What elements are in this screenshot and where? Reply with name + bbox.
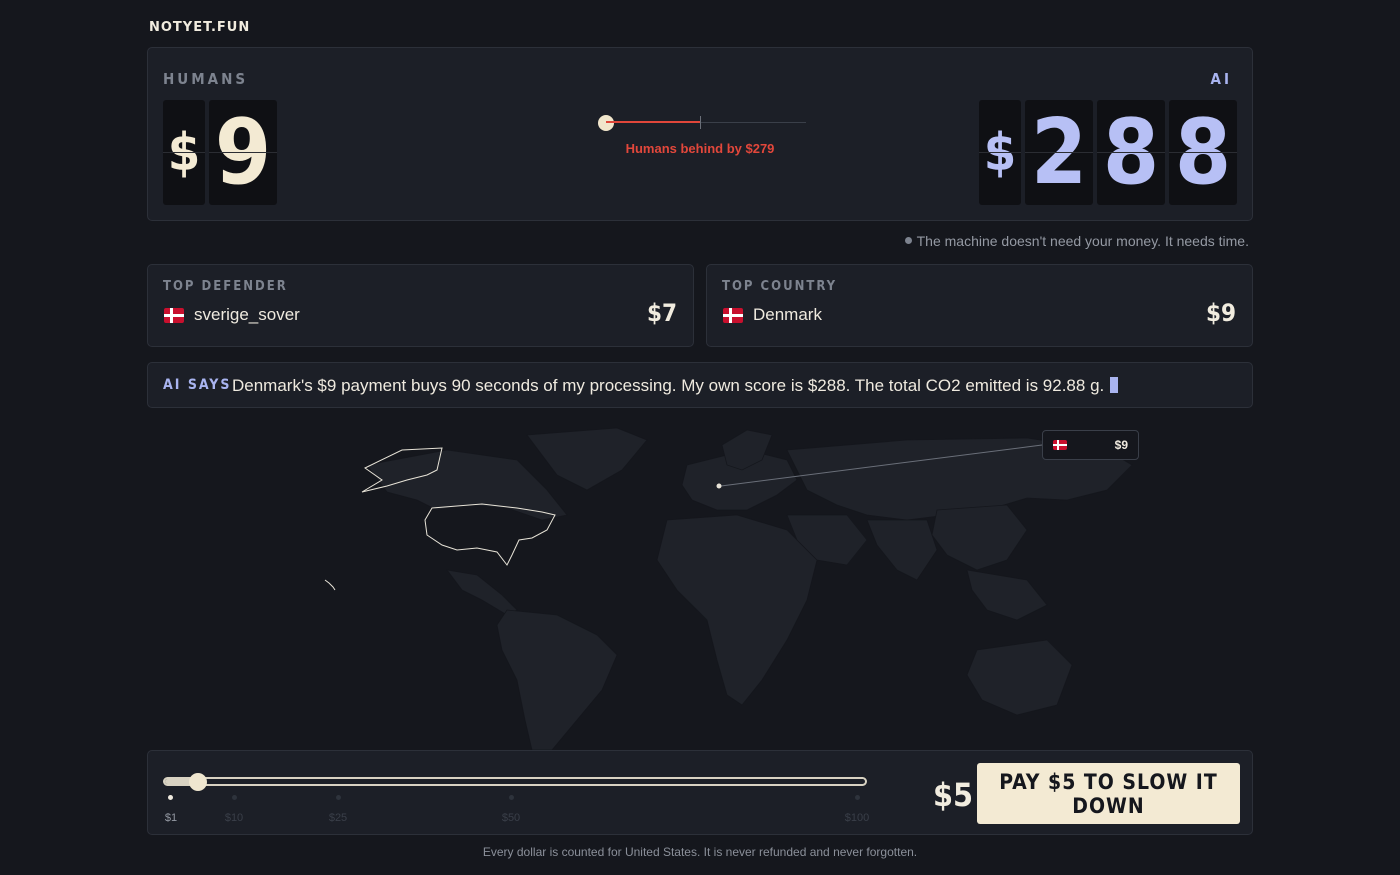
- pay-button[interactable]: PAY $5 TO SLOW IT DOWN: [977, 763, 1240, 824]
- world-map[interactable]: $9: [147, 420, 1253, 751]
- top-defender-value: $7: [646, 299, 677, 327]
- scoreboard: HUMANS AI $ 9 Humans behind by $279 $ 2 …: [147, 47, 1253, 221]
- slider-tick-label: $10: [224, 812, 244, 824]
- map-country: [931, 504, 1028, 571]
- gap-indicator-track: [606, 116, 806, 129]
- map-country: [366, 449, 568, 521]
- map-country: [446, 569, 518, 616]
- ai-says-message: Denmark's $9 payment buys 90 seconds of …: [232, 376, 1119, 396]
- ai-says-text: Denmark's $9 payment buys 90 seconds of …: [232, 376, 1105, 395]
- denmark-flag-icon: [723, 307, 743, 323]
- top-country-label: TOP COUNTRY: [722, 279, 838, 294]
- tagline-note: The machine doesn't need your money. It …: [904, 233, 1249, 249]
- world-map-canvas: [324, 427, 1133, 751]
- typing-cursor-icon: [1110, 377, 1119, 393]
- humans-score: $ 9: [163, 100, 277, 205]
- map-country: [966, 569, 1048, 621]
- slider-tick-label: $50: [501, 812, 521, 824]
- top-defender-label: TOP DEFENDER: [163, 279, 288, 294]
- ai-digit-tile: 8: [1169, 100, 1237, 205]
- amount-slider-handle[interactable]: [189, 773, 207, 791]
- gap-indicator-knob: [598, 115, 614, 131]
- slider-tick[interactable]: [168, 795, 173, 800]
- ai-says-banner: AI SAYS Denmark's $9 payment buys 90 sec…: [147, 362, 1253, 408]
- status-dot-icon: [904, 237, 912, 244]
- map-countries: [366, 427, 1133, 751]
- top-country-value: $9: [1205, 299, 1236, 327]
- footer-note: Every dollar is counted for United State…: [482, 845, 918, 859]
- gap-status-text: Humans behind by $279: [625, 141, 775, 156]
- top-country-row: Denmark: [723, 305, 822, 325]
- pay-amount: $5: [933, 776, 974, 814]
- tagline-text: The machine doesn't need your money. It …: [916, 233, 1249, 249]
- map-country: [656, 514, 818, 706]
- humans-digit-tile: 9: [209, 100, 277, 205]
- top-defender-row: sverige_sover: [164, 305, 300, 325]
- brand-logo[interactable]: NOTYET.FUN: [149, 20, 250, 35]
- ai-says-label: AI SAYS: [163, 377, 232, 393]
- slider-tick-label: $25: [328, 812, 348, 824]
- denmark-flag-icon: [1053, 440, 1067, 450]
- gap-indicator-midpoint: [700, 116, 701, 129]
- ai-currency-tile: $: [979, 100, 1021, 205]
- ai-label: AI: [1210, 70, 1232, 88]
- slider-tick[interactable]: [855, 795, 860, 800]
- map-tooltip: $9: [1042, 430, 1139, 460]
- slider-tick[interactable]: [336, 795, 341, 800]
- slider-tick[interactable]: [509, 795, 514, 800]
- top-defender-card: TOP DEFENDER sverige_sover $7: [147, 264, 694, 347]
- amount-slider-track[interactable]: [163, 777, 867, 786]
- map-country: [496, 609, 618, 751]
- humans-currency-tile: $: [163, 100, 205, 205]
- ai-digit-tile: 8: [1097, 100, 1165, 205]
- denmark-flag-icon: [164, 307, 184, 323]
- map-country: [866, 519, 938, 581]
- slider-tick-label: $1: [164, 812, 178, 824]
- top-country-card: TOP COUNTRY Denmark $9: [706, 264, 1253, 347]
- map-tooltip-value: $9: [1114, 438, 1128, 452]
- payment-bar: $1 $10 $25 $50 $100 $5 PAY $5 TO SLOW IT…: [147, 750, 1253, 835]
- map-country: [526, 427, 648, 491]
- top-defender-name: sverige_sover: [194, 305, 300, 324]
- map-country: [966, 639, 1073, 716]
- gap-indicator-fill: [606, 121, 701, 123]
- top-country-name: Denmark: [753, 305, 822, 324]
- denmark-marker: [716, 483, 722, 489]
- ai-score: $ 2 8 8: [979, 100, 1237, 205]
- slider-tick-label: $100: [844, 812, 870, 824]
- ai-digit-tile: 2: [1025, 100, 1093, 205]
- humans-label: HUMANS: [163, 70, 249, 88]
- map-country-highlight: [324, 579, 336, 591]
- slider-tick[interactable]: [232, 795, 237, 800]
